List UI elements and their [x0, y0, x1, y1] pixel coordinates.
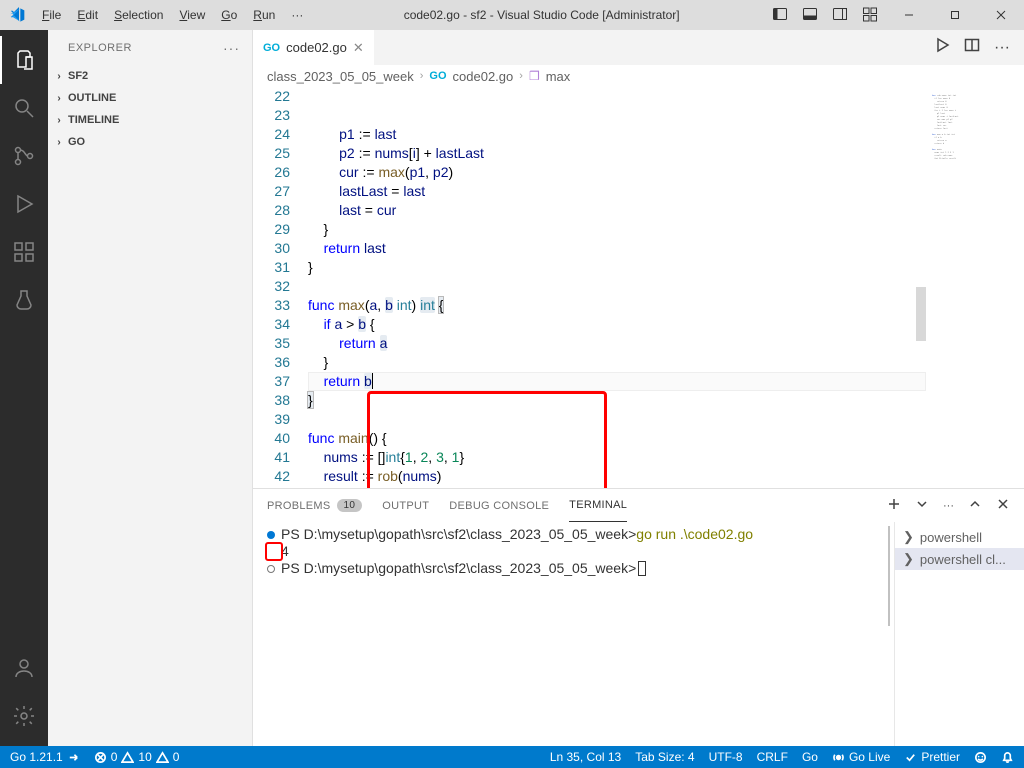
chevron-right-icon: ›: [519, 70, 523, 82]
status-cursor-position[interactable]: Ln 35, Col 13: [550, 750, 621, 764]
status-go-version[interactable]: Go 1.21.1: [10, 750, 80, 764]
chevron-right-icon: ›: [420, 70, 424, 82]
main-menu: File Edit Selection View Go Run ···: [34, 0, 311, 30]
panel-tab-debug-console[interactable]: DEBUG CONSOLE: [449, 489, 549, 522]
terminal-item[interactable]: ❯powershell: [895, 526, 1024, 548]
vscode-logo-icon: [0, 7, 34, 23]
run-file-icon[interactable]: [934, 37, 950, 58]
panel-more-icon[interactable]: ···: [943, 500, 954, 512]
toggle-secondary-sidebar-icon[interactable]: [832, 6, 848, 25]
terminal-shell-icon: ❯: [903, 551, 914, 567]
explorer-sidebar: EXPLORER ··· ›SF2 ›OUTLINE ›TIMELINE ›GO: [48, 30, 253, 746]
terminal-scrollbar[interactable]: [882, 522, 894, 746]
activity-run-debug-icon[interactable]: [0, 180, 48, 228]
line-number-gutter: 2223242526272829303132333435363738394041…: [253, 87, 308, 488]
sidebar-group-timeline[interactable]: ›TIMELINE: [48, 109, 252, 131]
minimap-content: func rob nums int int if len nums 0 retu…: [932, 95, 959, 161]
toggle-panel-icon[interactable]: [802, 6, 818, 25]
layout-control-icons: [772, 6, 886, 25]
activity-settings-icon[interactable]: [0, 692, 48, 740]
activity-search-icon[interactable]: [0, 84, 48, 132]
window-close-button[interactable]: [978, 0, 1024, 30]
tab-label: code02.go: [286, 40, 347, 55]
task-done-icon: [267, 565, 275, 573]
terminal-list: ❯powershell ❯powershell cl...: [894, 522, 1024, 746]
activity-explorer-icon[interactable]: [0, 36, 48, 84]
editor-more-icon[interactable]: ···: [994, 39, 1010, 57]
breadcrumbs[interactable]: class_2023_05_05_week › GO code02.go › ❒…: [253, 65, 1024, 87]
menu-edit[interactable]: Edit: [69, 0, 106, 30]
sidebar-group-sf2[interactable]: ›SF2: [48, 65, 252, 87]
status-eol[interactable]: CRLF: [757, 750, 788, 764]
window-minimize-button[interactable]: [886, 0, 932, 30]
explorer-more-icon[interactable]: ···: [223, 40, 240, 56]
menu-go[interactable]: Go: [213, 0, 245, 30]
activity-bar: [0, 30, 48, 746]
editor-tabs: GO code02.go ✕ ···: [253, 30, 1024, 65]
title-bar: File Edit Selection View Go Run ··· code…: [0, 0, 1024, 30]
tab-close-icon[interactable]: ✕: [353, 40, 364, 56]
panel-tab-output[interactable]: OUTPUT: [382, 489, 429, 522]
maximize-panel-icon[interactable]: [968, 497, 982, 514]
explorer-title: EXPLORER: [68, 42, 132, 54]
breadcrumb-symbol[interactable]: max: [546, 69, 571, 84]
problems-count-badge: 10: [337, 499, 363, 512]
split-editor-icon[interactable]: [964, 37, 980, 58]
terminal-cursor: [638, 561, 646, 576]
terminal-output: 4: [281, 543, 289, 560]
status-problems[interactable]: 0 10 0: [94, 750, 180, 764]
code-editor[interactable]: 2223242526272829303132333435363738394041…: [253, 87, 1024, 488]
status-prettier[interactable]: Prettier: [904, 750, 960, 764]
activity-testing-icon[interactable]: [0, 276, 48, 324]
tab-code02[interactable]: GO code02.go ✕: [253, 30, 375, 65]
toggle-primary-sidebar-icon[interactable]: [772, 6, 788, 25]
menu-view[interactable]: View: [171, 0, 213, 30]
terminal-item[interactable]: ❯powershell cl...: [895, 548, 1024, 570]
customize-layout-icon[interactable]: [862, 6, 878, 25]
panel-tab-terminal[interactable]: TERMINAL: [569, 489, 627, 522]
window-title: code02.go - sf2 - Visual Studio Code [Ad…: [311, 8, 772, 22]
status-feedback-icon[interactable]: [974, 751, 987, 764]
menu-more[interactable]: ···: [283, 0, 311, 30]
minimap[interactable]: func rob nums int int if len nums 0 retu…: [926, 87, 1024, 488]
go-file-icon: GO: [429, 70, 446, 82]
terminal-shell-icon: ❯: [903, 529, 914, 545]
breadcrumb-file[interactable]: code02.go: [453, 69, 514, 84]
symbol-function-icon: ❒: [529, 69, 540, 83]
activity-source-control-icon[interactable]: [0, 132, 48, 180]
panel-tab-problems[interactable]: PROBLEMS10: [267, 489, 362, 522]
editor-area: GO code02.go ✕ ··· class_2023_05_05_week…: [253, 30, 1024, 746]
status-notifications-icon[interactable]: [1001, 751, 1014, 764]
sidebar-group-go[interactable]: ›GO: [48, 131, 252, 153]
terminal-dropdown-icon[interactable]: [915, 497, 929, 514]
bottom-panel: PROBLEMS10 OUTPUT DEBUG CONSOLE TERMINAL…: [253, 488, 1024, 746]
menu-file[interactable]: File: [34, 0, 69, 30]
new-terminal-icon[interactable]: [887, 497, 901, 514]
status-indentation[interactable]: Tab Size: 4: [635, 750, 694, 764]
task-running-icon: [267, 531, 275, 539]
activity-extensions-icon[interactable]: [0, 228, 48, 276]
activity-account-icon[interactable]: [0, 644, 48, 692]
status-go-live[interactable]: Go Live: [832, 750, 890, 764]
close-panel-icon[interactable]: [996, 497, 1010, 514]
go-file-icon: GO: [263, 42, 280, 54]
menu-selection[interactable]: Selection: [106, 0, 171, 30]
status-bar: Go 1.21.1 0 10 0 Ln 35, Col 13 Tab Size:…: [0, 746, 1024, 768]
window-maximize-button[interactable]: [932, 0, 978, 30]
status-language[interactable]: Go: [802, 750, 818, 764]
status-encoding[interactable]: UTF-8: [709, 750, 743, 764]
menu-run[interactable]: Run: [245, 0, 283, 30]
sidebar-group-outline[interactable]: ›OUTLINE: [48, 87, 252, 109]
breadcrumb-folder[interactable]: class_2023_05_05_week: [267, 69, 414, 84]
terminal[interactable]: PS D:\mysetup\gopath\src\sf2\class_2023_…: [253, 522, 882, 746]
